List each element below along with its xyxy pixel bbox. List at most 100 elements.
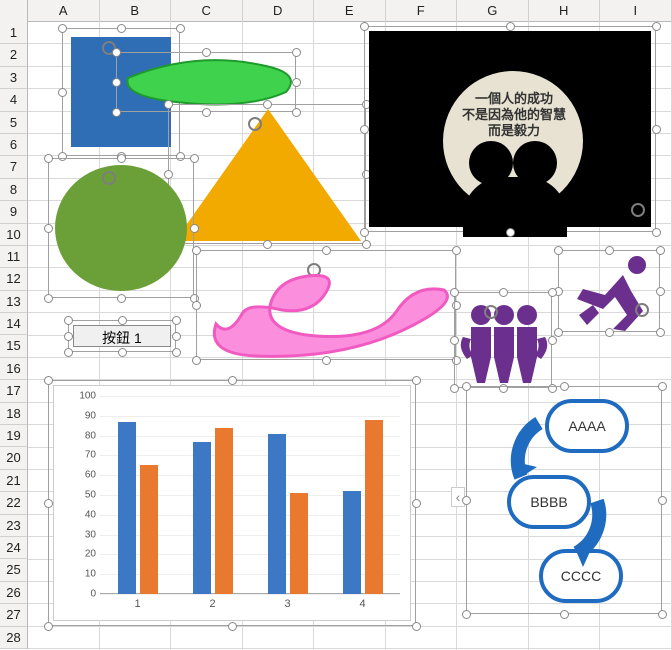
resize-handle[interactable] (658, 496, 667, 505)
moon-image[interactable]: 一個人的成功 不是因為他的智慧 而是毅力 (369, 31, 651, 227)
selection-orange-triangle[interactable] (168, 104, 366, 244)
row-header-13[interactable]: 13 (0, 291, 27, 313)
resize-handle[interactable] (506, 22, 515, 31)
resize-handle[interactable] (44, 376, 53, 385)
rotate-handle[interactable] (102, 171, 116, 185)
resize-handle[interactable] (462, 382, 471, 391)
resize-handle[interactable] (605, 328, 614, 337)
col-header-I[interactable]: I (600, 0, 672, 22)
resize-handle[interactable] (656, 246, 665, 255)
resize-handle[interactable] (263, 100, 272, 109)
chart-bar[interactable] (365, 420, 383, 594)
resize-handle[interactable] (605, 246, 614, 255)
resize-handle[interactable] (560, 382, 569, 391)
resize-handle[interactable] (554, 246, 563, 255)
chart-bar[interactable] (193, 442, 211, 594)
chart-bar[interactable] (215, 428, 233, 594)
orange-triangle[interactable] (169, 105, 367, 245)
row-header-25[interactable]: 25 (0, 559, 27, 581)
resize-handle[interactable] (499, 288, 508, 297)
select-all-corner[interactable] (0, 0, 28, 22)
selection-smartart[interactable]: ‹ AAAA BBBB CCCC (466, 386, 662, 614)
row-header-8[interactable]: 8 (0, 179, 27, 201)
resize-handle[interactable] (117, 154, 126, 163)
resize-handle[interactable] (64, 348, 73, 357)
resize-handle[interactable] (44, 622, 53, 631)
rotate-handle[interactable] (484, 305, 498, 319)
resize-handle[interactable] (117, 294, 126, 303)
bar-chart[interactable]: 01020304050607080901001234 (53, 385, 411, 621)
row-header-14[interactable]: 14 (0, 313, 27, 335)
rotate-handle[interactable] (631, 203, 645, 217)
resize-handle[interactable] (172, 316, 181, 325)
resize-handle[interactable] (58, 24, 67, 33)
col-header-B[interactable]: B (100, 0, 172, 22)
resize-handle[interactable] (164, 100, 173, 109)
resize-handle[interactable] (548, 336, 557, 345)
row-header-3[interactable]: 3 (0, 67, 27, 89)
resize-handle[interactable] (658, 382, 667, 391)
rotate-handle[interactable] (635, 303, 649, 317)
resize-handle[interactable] (190, 154, 199, 163)
resize-handle[interactable] (44, 154, 53, 163)
resize-handle[interactable] (360, 228, 369, 237)
row-header-15[interactable]: 15 (0, 335, 27, 357)
row-header-1[interactable]: 1 (0, 22, 27, 44)
chart-bar[interactable] (290, 493, 308, 594)
resize-handle[interactable] (412, 499, 421, 508)
resize-handle[interactable] (172, 332, 181, 341)
resize-handle[interactable] (506, 228, 515, 237)
chart-bar[interactable] (343, 491, 361, 594)
row-header-6[interactable]: 6 (0, 134, 27, 156)
row-header-24[interactable]: 24 (0, 537, 27, 559)
resize-handle[interactable] (44, 224, 53, 233)
resize-handle[interactable] (58, 88, 67, 97)
resize-handle[interactable] (462, 496, 471, 505)
resize-handle[interactable] (652, 125, 661, 134)
resize-handle[interactable] (64, 332, 73, 341)
row-header-9[interactable]: 9 (0, 201, 27, 223)
resize-handle[interactable] (228, 376, 237, 385)
col-header-C[interactable]: C (171, 0, 243, 22)
resize-handle[interactable] (462, 610, 471, 619)
row-header-19[interactable]: 19 (0, 425, 27, 447)
row-header-27[interactable]: 27 (0, 604, 27, 626)
row-header-23[interactable]: 23 (0, 515, 27, 537)
row-header-7[interactable]: 7 (0, 156, 27, 178)
resize-handle[interactable] (117, 24, 126, 33)
resize-handle[interactable] (228, 622, 237, 631)
person-running-icon[interactable] (559, 251, 661, 333)
col-header-E[interactable]: E (314, 0, 386, 22)
row-header-26[interactable]: 26 (0, 582, 27, 604)
col-header-D[interactable]: D (243, 0, 315, 22)
row-header-2[interactable]: 2 (0, 44, 27, 66)
rotate-handle[interactable] (248, 117, 262, 131)
resize-handle[interactable] (263, 240, 272, 249)
resize-handle[interactable] (450, 384, 459, 393)
resize-handle[interactable] (656, 328, 665, 337)
resize-handle[interactable] (658, 610, 667, 619)
row-header-28[interactable]: 28 (0, 627, 27, 649)
resize-handle[interactable] (656, 287, 665, 296)
resize-handle[interactable] (450, 336, 459, 345)
col-header-F[interactable]: F (386, 0, 458, 22)
col-header-G[interactable]: G (457, 0, 529, 22)
resize-handle[interactable] (360, 125, 369, 134)
selection-runner-icon[interactable] (558, 250, 660, 332)
resize-handle[interactable] (360, 22, 369, 31)
resize-handle[interactable] (652, 22, 661, 31)
row-header-11[interactable]: 11 (0, 246, 27, 268)
people-group-icon[interactable] (455, 293, 553, 389)
col-header-A[interactable]: A (28, 0, 100, 22)
row-header-20[interactable]: 20 (0, 447, 27, 469)
green-circle[interactable] (55, 165, 187, 291)
form-button[interactable]: 按鈕 1 (73, 325, 171, 347)
row-header-12[interactable]: 12 (0, 268, 27, 290)
chart-bar[interactable] (140, 465, 158, 594)
chart-bar[interactable] (268, 434, 286, 594)
resize-handle[interactable] (44, 294, 53, 303)
chart-bar[interactable] (118, 422, 136, 594)
row-header-22[interactable]: 22 (0, 492, 27, 514)
selection-button[interactable]: 按鈕 1 (68, 320, 176, 352)
resize-handle[interactable] (412, 376, 421, 385)
